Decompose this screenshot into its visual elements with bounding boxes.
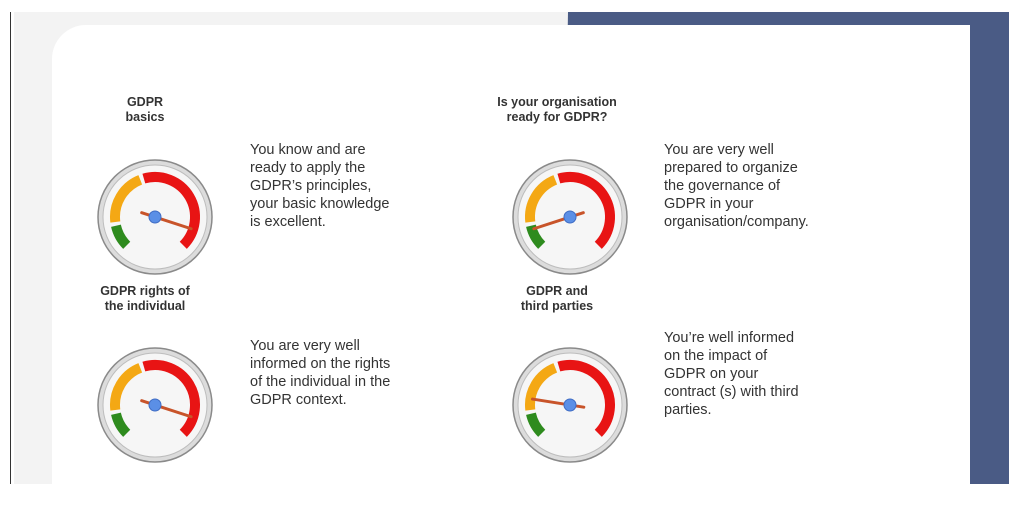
description-line: informed on the rights xyxy=(250,356,391,372)
description-line: prepared to organize xyxy=(664,160,798,176)
gauge-hub xyxy=(563,210,577,224)
title-line: basics xyxy=(125,110,165,124)
gauge-hub xyxy=(563,398,577,412)
description-line: GDPR context. xyxy=(250,392,347,408)
description-line: on the impact of xyxy=(664,348,768,364)
title-line: third parties xyxy=(520,299,594,313)
gauge-third-parties xyxy=(512,347,628,463)
description-line: GDPR’s principles, xyxy=(250,178,372,194)
gauge-title-organisation-readiness: Is your organisation ready for GDPR? xyxy=(487,95,627,125)
description-line: You are very well xyxy=(250,338,360,354)
description-line: You’re well informed xyxy=(664,330,795,346)
description-third-parties: You’re well informed on the impact of GD… xyxy=(664,329,799,419)
description-line: organisation/company. xyxy=(664,214,809,230)
gauge-title-rights-of-individual: GDPR rights of the individual xyxy=(85,284,205,314)
description-line: the governance of xyxy=(664,178,781,194)
gauge-title-gdpr-basics: GDPR basics xyxy=(95,95,195,125)
gauge-rights-of-individual xyxy=(97,347,213,463)
gauge-organisation-readiness xyxy=(512,159,628,275)
description-rights-of-individual: You are very well informed on the rights… xyxy=(250,337,390,409)
title-line: ready for GDPR? xyxy=(506,110,608,124)
gauge-hub xyxy=(148,210,162,224)
description-line: GDPR in your xyxy=(664,196,754,212)
title-line: GDPR and xyxy=(526,284,588,298)
description-line: GDPR on your xyxy=(664,366,759,382)
left-border xyxy=(10,12,11,484)
title-line: GDPR rights of xyxy=(100,284,190,298)
gauge-hub xyxy=(148,398,162,412)
title-line: the individual xyxy=(104,299,186,313)
description-line: You know and are xyxy=(250,142,366,158)
description-line: ready to apply the xyxy=(250,160,366,176)
description-line: parties. xyxy=(664,402,712,418)
description-organisation-readiness: You are very well prepared to organize t… xyxy=(664,141,809,231)
description-gdpr-basics: You know and are ready to apply the GDPR… xyxy=(250,141,389,231)
description-line: your basic knowledge xyxy=(250,196,390,212)
title-line: Is your organisation xyxy=(497,95,617,109)
description-line: is excellent. xyxy=(250,214,326,230)
gauge-title-third-parties: GDPR and third parties xyxy=(507,284,607,314)
description-line: You are very well xyxy=(664,142,774,158)
title-line: GDPR xyxy=(126,95,164,109)
gauge-gdpr-basics xyxy=(97,159,213,275)
description-line: contract (s) with third xyxy=(664,384,799,400)
description-line: of the individual in the xyxy=(250,374,391,390)
